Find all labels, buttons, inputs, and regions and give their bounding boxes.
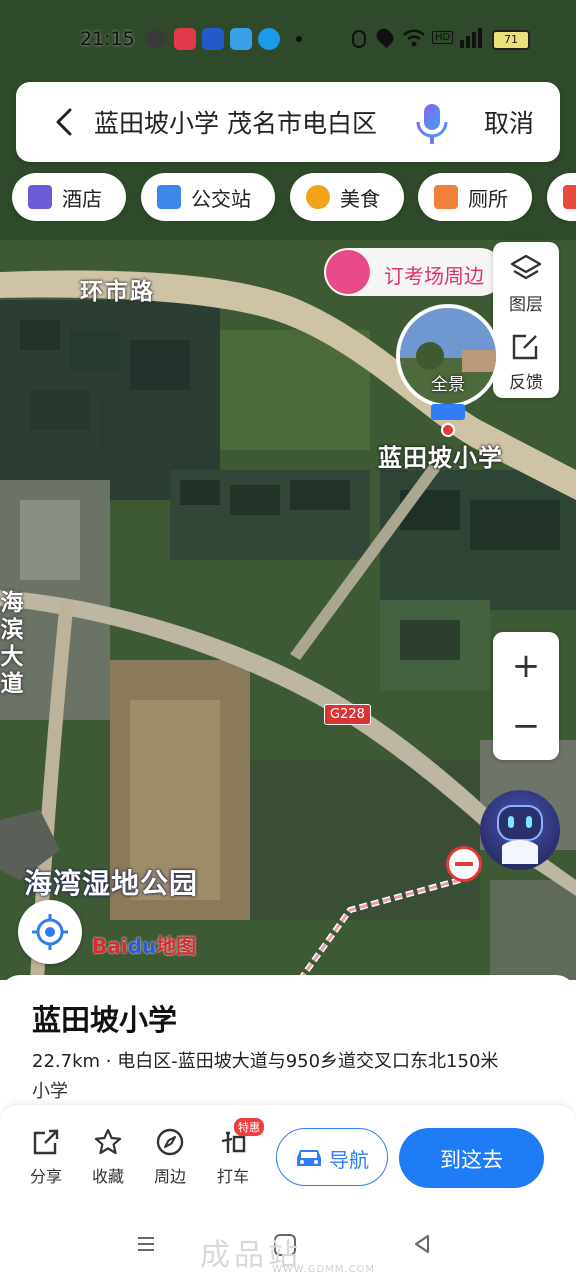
ai-assistant-robot-icon[interactable] — [480, 790, 560, 870]
panorama-label: 全景 — [431, 375, 465, 395]
navigate-label: 导航 — [329, 1148, 369, 1172]
chip-label: 美食 — [340, 186, 380, 211]
road-label-huanshi: 环市路 — [80, 279, 155, 305]
baidu-map-logo: Baidu地图 — [92, 930, 196, 959]
highway-shield: G228 — [324, 704, 371, 725]
blue-app-notification-icon — [202, 28, 224, 50]
status-time: 21:15 — [80, 28, 135, 50]
exam-area-booking-banner[interactable]: 订考场周边 — [324, 248, 504, 296]
chip-label: 酒店 — [62, 186, 102, 211]
car-icon — [297, 1150, 321, 1166]
no-entry-marker-icon — [446, 846, 482, 882]
status-bar: 21:15 HD 71 — [0, 0, 576, 76]
map-tools-panel: 图层 反馈 — [493, 242, 559, 398]
favorite-label: 收藏 — [91, 1167, 124, 1186]
wifi-icon — [403, 29, 425, 47]
feedback-button[interactable]: 反馈 — [493, 320, 559, 398]
battery-indicator: 71 — [492, 30, 530, 50]
chip-toilet[interactable]: 厕所 — [418, 173, 532, 221]
qq-notification-icon — [258, 28, 280, 50]
navigate-button[interactable]: 导航 — [276, 1128, 388, 1186]
share-label: 分享 — [29, 1167, 62, 1186]
go-here-label: 到这去 — [440, 1148, 503, 1172]
chip-bus-stop[interactable]: 公交站 — [141, 173, 275, 221]
layers-button[interactable]: 图层 — [493, 242, 559, 320]
poi-map-label[interactable]: 蓝田坡小学 — [378, 438, 503, 473]
taxi-promo-badge: 特惠 — [234, 1118, 264, 1136]
compass-icon — [156, 1128, 184, 1156]
nearby-label: 周边 — [153, 1167, 186, 1186]
back-nav-icon[interactable] — [412, 1234, 432, 1254]
star-icon — [94, 1128, 122, 1155]
logo-map: 地图 — [156, 934, 197, 958]
chip-hotel[interactable]: 酒店 — [12, 173, 126, 221]
site-watermark: 成品站 WWW.GDMM.COM — [200, 1230, 374, 1275]
toilet-icon — [434, 185, 458, 209]
feedback-edit-icon — [512, 334, 538, 360]
location-status-icon — [373, 25, 397, 49]
back-icon[interactable] — [46, 102, 86, 142]
watermark-url: WWW.GDMM.COM — [272, 1264, 376, 1275]
chip-more[interactable] — [547, 173, 576, 221]
zoom-in-button[interactable]: + — [493, 638, 559, 694]
wechat-notification-icon — [146, 30, 166, 48]
chip-food[interactable]: 美食 — [290, 173, 404, 221]
map-view[interactable]: 21:15 HD 71 蓝田坡小学 茂名市电白区 取消 酒店 公交站 美食 厕所… — [0, 0, 576, 980]
feedback-label: 反馈 — [509, 373, 543, 393]
ticket-icon — [326, 250, 370, 294]
chip-label: 厕所 — [468, 186, 508, 211]
dot-indicator-icon — [296, 36, 302, 42]
light-app-notification-icon — [230, 28, 252, 50]
go-here-button[interactable]: 到这去 — [399, 1128, 544, 1188]
favorite-button[interactable]: 收藏 — [78, 1127, 138, 1187]
logo-bai: Bai — [92, 934, 128, 958]
search-bar: 蓝田坡小学 茂名市电白区 取消 — [16, 82, 560, 162]
signal-icon — [460, 28, 482, 48]
location-pin-icon — [431, 404, 465, 437]
hd-badge: HD — [432, 31, 454, 44]
panorama-thumbnail[interactable]: 全景 — [396, 304, 500, 408]
robot-face — [497, 805, 543, 864]
bus-stop-icon — [157, 185, 181, 209]
food-icon — [306, 185, 330, 209]
zoom-out-button[interactable]: − — [493, 698, 559, 754]
share-icon — [33, 1129, 59, 1155]
chip-label: 公交站 — [191, 186, 251, 211]
park-map-label: 海湾湿地公园 — [24, 867, 199, 900]
poi-category: 小学 — [32, 1081, 68, 1102]
banner-label: 订考场周边 — [384, 264, 484, 288]
poi-title: 蓝田坡小学 — [32, 1003, 178, 1037]
layers-label: 图层 — [509, 295, 543, 315]
hotel-icon — [28, 185, 52, 209]
microphone-icon[interactable] — [414, 98, 450, 146]
road-label-haibin: 海滨大道 — [0, 590, 22, 698]
locate-me-button[interactable] — [18, 900, 82, 964]
nfc-icon — [352, 30, 366, 48]
taxi-label: 打车 — [216, 1167, 249, 1186]
recent-apps-icon[interactable] — [136, 1234, 156, 1254]
search-query[interactable]: 蓝田坡小学 茂名市电白区 — [94, 104, 377, 140]
crosshair-icon — [32, 914, 68, 950]
taxi-button[interactable]: 打车 — [203, 1127, 263, 1187]
poi-address: 22.7km · 电白区-蓝田坡大道与950乡道交叉口东北150米 — [32, 1051, 499, 1072]
logo-du: du — [127, 934, 157, 958]
video-app-notification-icon — [174, 28, 196, 50]
category-chips: 酒店 公交站 美食 厕所 — [12, 173, 576, 221]
layers-icon — [510, 254, 542, 280]
zoom-controls: + − — [493, 632, 559, 760]
nearby-button[interactable]: 周边 — [140, 1127, 200, 1187]
share-button[interactable]: 分享 — [16, 1127, 76, 1187]
cancel-button[interactable]: 取消 — [484, 104, 534, 140]
more-category-icon — [563, 185, 576, 209]
